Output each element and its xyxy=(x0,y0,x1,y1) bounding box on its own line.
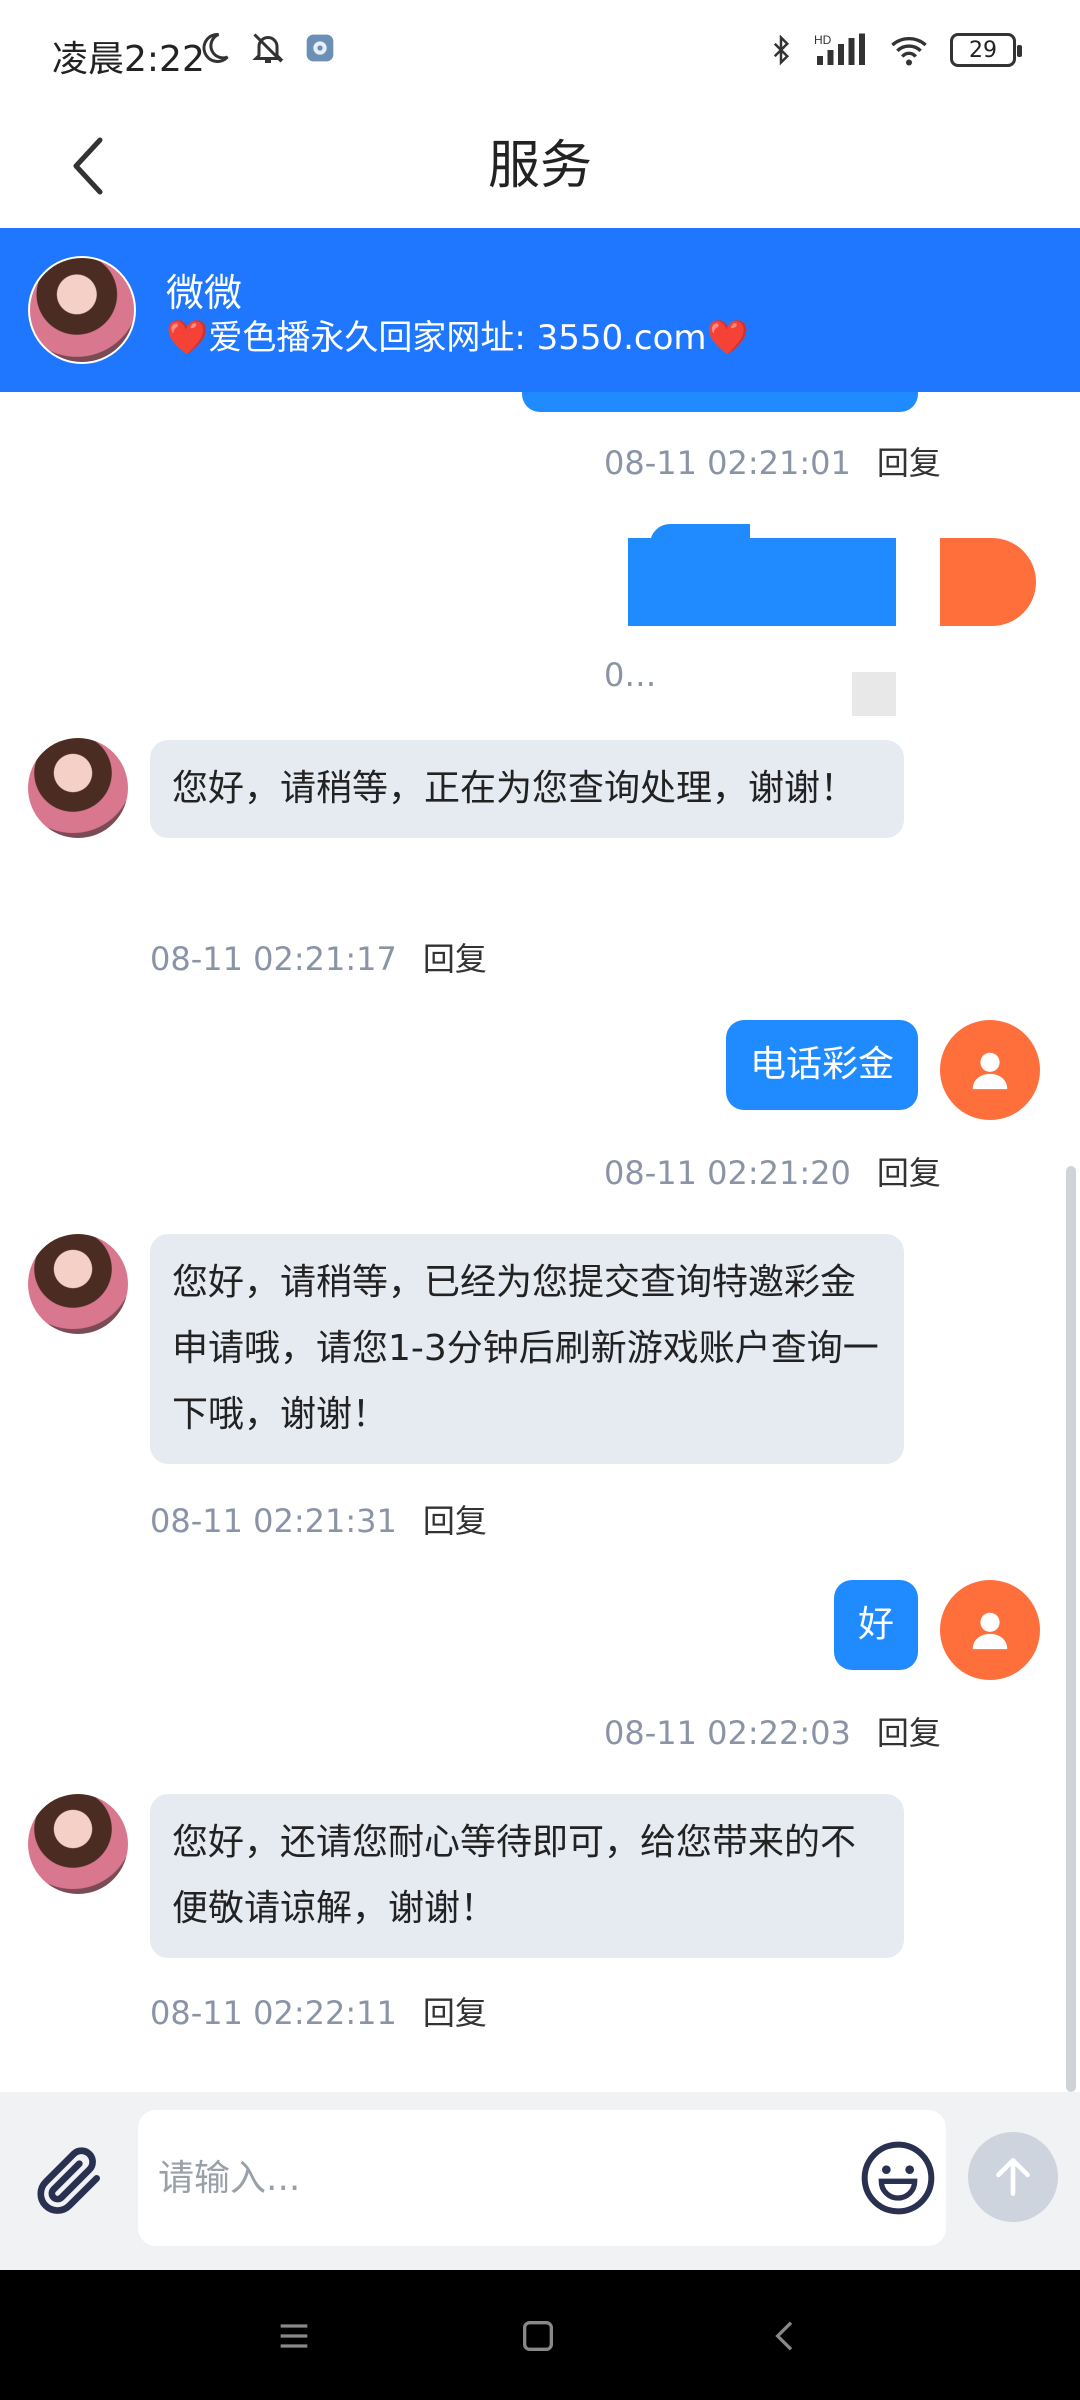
agent-banner: 微微 ❤️爱色播永久回家网址: 3550.com❤️ xyxy=(0,228,1080,392)
message-meta: 08-11 02:22:03 回复 xyxy=(604,1708,941,1754)
message-meta: 08-11 02:22:11 回复 xyxy=(150,1988,487,2034)
agent-note: ❤️爱色播永久回家网址: 3550.com❤️ xyxy=(166,318,749,358)
chat-message-agent: 您好，还请您耐心等待即可，给您带来的不便敬请谅解，谢谢！ xyxy=(150,1794,904,1958)
status-right-icons: HD 29 xyxy=(766,30,1022,70)
message-time: 08-11 02:21:17 xyxy=(150,940,397,978)
user-icon xyxy=(972,1612,1008,1650)
chat-message-user xyxy=(522,392,918,412)
chat-scrollbar[interactable] xyxy=(1066,1166,1076,2092)
nav-home-button[interactable] xyxy=(508,2306,568,2366)
svg-text:HD: HD xyxy=(814,33,832,47)
reply-link[interactable]: 回复 xyxy=(877,1714,941,1752)
bell-off-icon xyxy=(252,33,284,63)
message-meta: 08-11 02:21:01 回复 xyxy=(604,438,941,484)
chat-message-user: 电话彩金 xyxy=(725,1020,918,1110)
input-bar xyxy=(0,2092,1080,2270)
agent-avatar xyxy=(28,256,136,364)
message-input-container xyxy=(138,2110,946,2246)
message-text: 您好，请稍等，正在为您查询处理，谢谢！ xyxy=(172,768,857,809)
arrow-up-icon xyxy=(996,2158,1030,2196)
user-avatar xyxy=(940,1020,1040,1120)
nav-menu-button[interactable] xyxy=(264,2306,324,2366)
message-time: 08-11 02:22:03 xyxy=(604,1714,851,1752)
message-meta: 08-11 02:21:17 回复 xyxy=(150,934,487,980)
bluetooth-icon xyxy=(773,34,790,66)
message-time: 08-11 02:21:31 xyxy=(150,1502,397,1540)
paperclip-icon xyxy=(37,2147,100,2214)
message-time: 0… xyxy=(604,656,657,694)
message-text: 您好，还请您耐心等待即可，给您带来的不便敬请谅解，谢谢！ xyxy=(172,1822,857,1929)
image-placeholder xyxy=(852,672,896,716)
message-text: 您好，请稍等，已经为您提交查询特邀彩金申请哦，请您1-3分钟后刷新游戏账户查询一… xyxy=(172,1262,879,1435)
page-title: 服务 xyxy=(487,136,592,196)
home-square-icon xyxy=(523,2321,553,2351)
battery-level: 29 xyxy=(969,37,997,63)
emoji-icon xyxy=(861,2141,935,2215)
menu-icon xyxy=(280,2324,308,2348)
image-message-fragment xyxy=(650,524,750,544)
reply-link[interactable]: 回复 xyxy=(423,1502,487,1540)
send-button[interactable] xyxy=(968,2132,1058,2222)
chat-message-agent: 您好，请稍等，已经为您提交查询特邀彩金申请哦，请您1-3分钟后刷新游戏账户查询一… xyxy=(150,1234,904,1464)
message-meta: 08-11 02:21:31 回复 xyxy=(150,1496,487,1542)
system-nav-bar xyxy=(0,2270,1080,2400)
message-time: 08-11 02:22:11 xyxy=(150,1994,397,2032)
hd-signal-icon: HD xyxy=(814,33,865,65)
chat-area[interactable]: 08-11 02:21:01 回复 0… 您好，请稍等，正在为您查询处理，谢谢！ … xyxy=(0,392,1080,2092)
message-input[interactable] xyxy=(138,2110,778,2246)
battery-icon: 29 xyxy=(950,33,1022,67)
status-left-icons xyxy=(196,30,336,66)
user-icon xyxy=(972,1052,1008,1090)
chat-message-agent: 您好，请稍等，正在为您查询处理，谢谢！ xyxy=(150,740,904,838)
agent-name: 微微 xyxy=(166,271,243,315)
agent-avatar xyxy=(28,1234,128,1334)
agent-avatar xyxy=(28,738,128,838)
back-triangle-icon xyxy=(775,2321,793,2351)
app-icon xyxy=(306,34,334,62)
message-meta: 0… xyxy=(604,656,656,694)
image-message[interactable] xyxy=(628,538,896,626)
wifi-icon xyxy=(891,37,927,66)
reply-link[interactable]: 回复 xyxy=(423,940,487,978)
user-avatar xyxy=(940,1580,1040,1680)
message-text: 好 xyxy=(857,1604,894,1645)
message-time: 08-11 02:21:01 xyxy=(604,444,851,482)
image-avatar-fragment xyxy=(940,538,1036,626)
moon-icon xyxy=(202,32,229,63)
reply-link[interactable]: 回复 xyxy=(877,1154,941,1192)
emoji-button[interactable] xyxy=(858,2138,938,2218)
chat-message-user: 好 xyxy=(833,1580,918,1670)
message-meta: 08-11 02:21:20 回复 xyxy=(604,1148,941,1194)
app-header: 服务 xyxy=(0,104,1080,228)
message-time: 08-11 02:21:20 xyxy=(604,1154,851,1192)
status-bar: 凌晨2:22 HD 29 xyxy=(0,0,1080,104)
message-text: 电话彩金 xyxy=(749,1044,894,1085)
attach-button[interactable] xyxy=(30,2140,110,2220)
nav-back-button[interactable] xyxy=(756,2306,816,2366)
agent-avatar xyxy=(28,1794,128,1894)
reply-link[interactable]: 回复 xyxy=(877,444,941,482)
reply-link[interactable]: 回复 xyxy=(423,1994,487,2032)
status-time: 凌晨2:22 xyxy=(52,39,205,80)
